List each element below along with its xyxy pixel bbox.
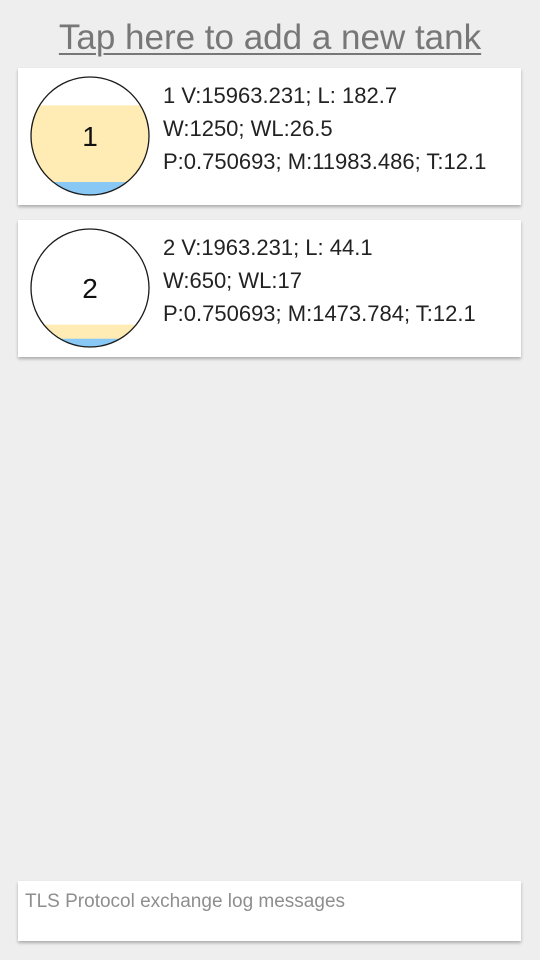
tank-density-mass-temp-line: P:0.750693; M:11983.486; T:12.1 <box>163 149 487 174</box>
add-new-tank-link[interactable]: Tap here to add a new tank <box>0 16 540 60</box>
tank-info: 2 V:1963.231; L: 44.1 W:650; WL:17 P:0.7… <box>163 231 476 330</box>
tank-card-2[interactable]: 2 2 V:1963.231; L: 44.1 W:650; WL:17 P:0… <box>18 220 521 357</box>
tank-water-line: W:650; WL:17 <box>163 268 302 293</box>
tank-volume-level-line: 1 V:15963.231; L: 182.7 <box>163 83 398 108</box>
tank-density-mass-temp-line: P:0.750693; M:1473.784; T:12.1 <box>163 301 476 326</box>
tank-water-line: W:1250; WL:26.5 <box>163 116 333 141</box>
tank-number-label: 2 <box>82 273 98 304</box>
log-messages-field[interactable]: TLS Protocol exchange log messages <box>18 881 521 941</box>
tank-level-gauge: 1 <box>30 76 150 196</box>
tank-water-fill <box>31 182 149 195</box>
log-placeholder: TLS Protocol exchange log messages <box>25 891 346 912</box>
tank-volume-level-line: 2 V:1963.231; L: 44.1 <box>163 235 373 260</box>
tank-card-1[interactable]: 1 1 V:15963.231; L: 182.7 W:1250; WL:26.… <box>18 68 521 205</box>
tank-info: 1 V:15963.231; L: 182.7 W:1250; WL:26.5 … <box>163 79 486 178</box>
tank-number-label: 1 <box>82 121 98 152</box>
tank-level-gauge: 2 <box>30 228 150 348</box>
